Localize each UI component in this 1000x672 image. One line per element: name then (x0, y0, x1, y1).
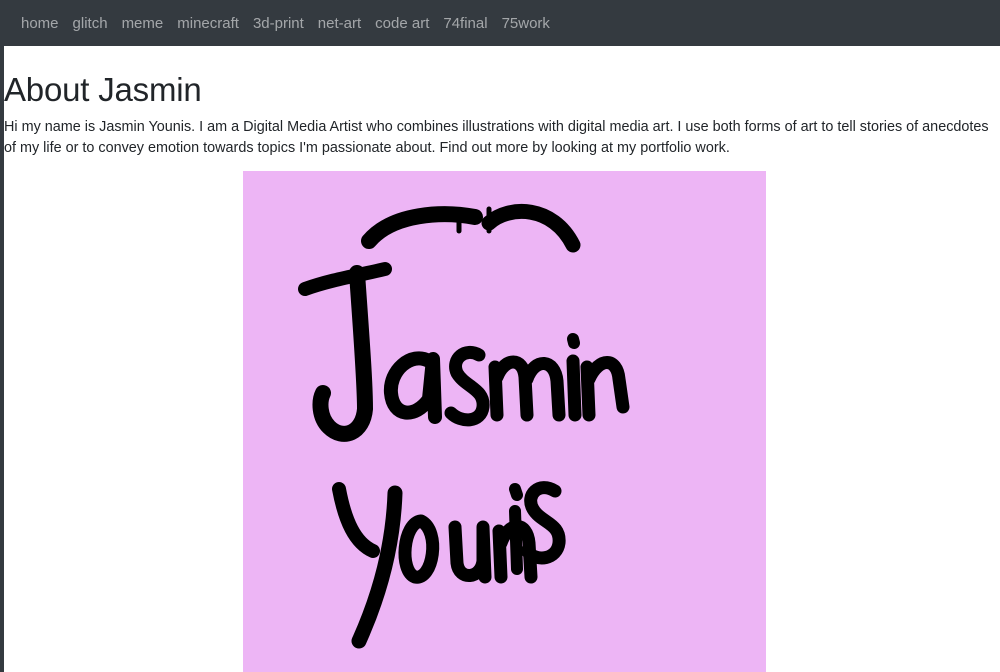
nav-link-74final[interactable]: 74final (443, 15, 487, 32)
nav-link-glitch[interactable]: glitch (73, 15, 108, 32)
letter-j-top (298, 262, 392, 296)
nav-link-3d-print[interactable]: 3d-print (253, 15, 304, 32)
nav-link-75work[interactable]: 75work (502, 15, 550, 32)
letter-j-stem (312, 265, 373, 442)
page-title: About Jasmin (4, 71, 202, 108)
nav-link-meme[interactable]: meme (122, 15, 164, 32)
nav-link-home[interactable]: home (21, 15, 59, 32)
hand-lettered-name-art (298, 204, 630, 649)
nav-link-minecraft[interactable]: minecraft (177, 15, 239, 32)
nav-link-code-art[interactable]: code art (375, 15, 429, 32)
letter-y-arm (332, 482, 380, 558)
main-content: About Jasmin Hi my name is Jasmin Younis… (4, 46, 1000, 672)
nav-link-net-art[interactable]: net-art (318, 15, 361, 32)
bio-paragraph: Hi my name is Jasmin Younis. I am a Digi… (4, 119, 989, 156)
artwork-image (243, 171, 766, 672)
right-eyebrow-stroke (481, 204, 581, 253)
page-frame: home glitch meme minecraft 3d-print net-… (0, 0, 1000, 672)
top-navbar: home glitch meme minecraft 3d-print net-… (4, 0, 1000, 46)
letter-y-stem (351, 485, 403, 649)
